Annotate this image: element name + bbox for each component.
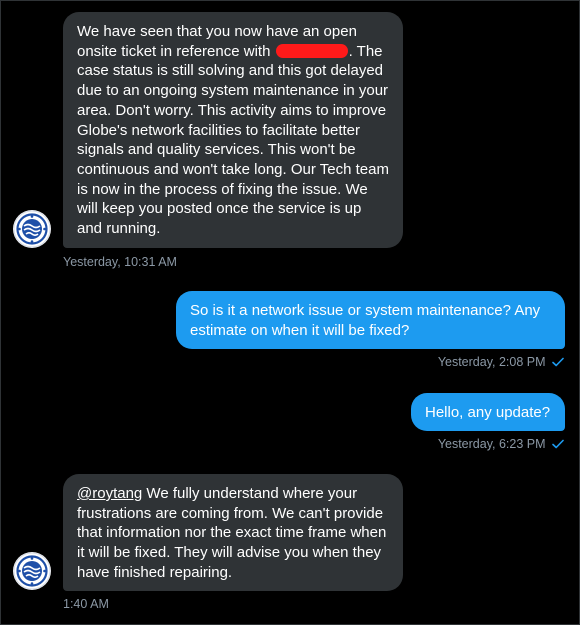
message-text: Hello, any update? (425, 404, 551, 421)
double-check-icon (552, 357, 564, 367)
avatar-globe-1[interactable] (13, 210, 51, 248)
message-timestamp-3: Yesterday, 6:23 PM (438, 437, 564, 451)
redaction-mark (275, 43, 348, 58)
message-timestamp-2: Yesterday, 2:08 PM (438, 355, 564, 369)
avatar-globe-2[interactable] (13, 552, 51, 590)
message-bubble-incoming-4[interactable]: @roytang We fully understand where your … (63, 474, 403, 591)
double-check-icon (552, 439, 564, 449)
message-timestamp-4: 1:40 AM (63, 597, 109, 611)
globe-logo-icon (13, 210, 51, 248)
message-bubble-incoming-1[interactable]: We have seen that you now have an open o… (63, 12, 403, 248)
message-bubble-outgoing-2[interactable]: So is it a network issue or system maint… (176, 291, 565, 349)
message-text: So is it a network issue or system maint… (190, 302, 541, 339)
message-bubble-outgoing-3[interactable]: Hello, any update? (411, 393, 565, 431)
message-text-part-2: . The case status is still solving and t… (77, 42, 389, 238)
timestamp-text: Yesterday, 6:23 PM (437, 437, 546, 451)
timestamp-text: Yesterday, 2:08 PM (437, 355, 546, 369)
message-timestamp-1: Yesterday, 10:31 AM (63, 255, 177, 269)
globe-logo-icon (13, 552, 51, 590)
mention-link-roytang[interactable]: @roytang (77, 485, 142, 502)
